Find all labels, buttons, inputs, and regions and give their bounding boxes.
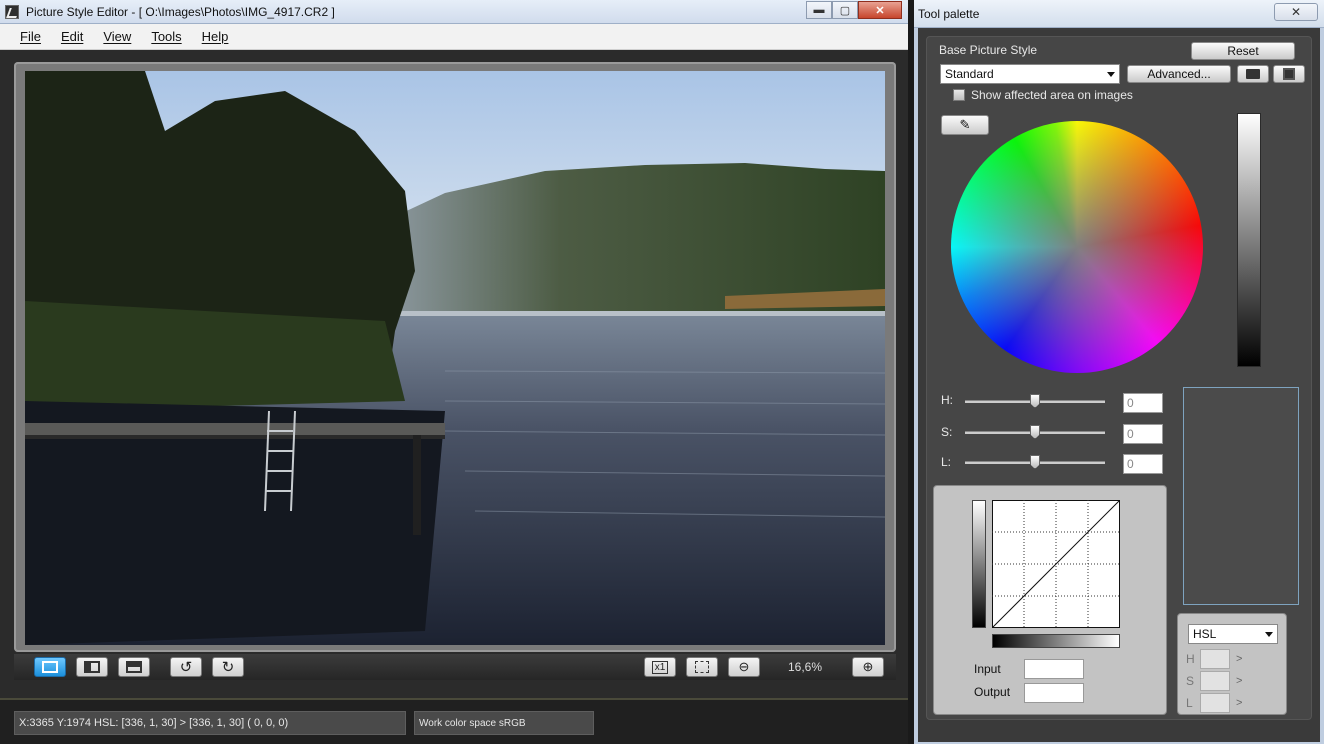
minimize-icon: ▬ <box>813 4 825 16</box>
color-space-readout: Work color space sRGB <box>414 711 594 735</box>
zoom-100-label: x1 <box>651 660 669 674</box>
zoom-100-button[interactable]: x1 <box>644 657 676 677</box>
palette-title: Tool palette <box>918 7 980 21</box>
palette-close-button[interactable]: ✕ <box>1274 3 1318 21</box>
fit-screen-icon <box>695 661 709 673</box>
color-mode-value: HSL <box>1193 627 1217 641</box>
input-label: Input <box>974 662 1001 676</box>
palette-body: Base Picture Style Reset Standard Advanc… <box>918 28 1320 742</box>
image-viewer <box>14 62 896 652</box>
maximize-icon: ▢ <box>839 4 851 17</box>
luminance-slider-thumb[interactable] <box>1030 455 1040 469</box>
mode-row-h-arrow: > <box>1236 653 1243 665</box>
tone-curve-graph[interactable] <box>992 500 1120 628</box>
zoom-in-button[interactable]: ⊕ <box>852 657 884 677</box>
palette-panel: Base Picture Style Reset Standard Advanc… <box>926 36 1312 720</box>
photo-lake-landscape[interactable] <box>25 71 885 645</box>
chevron-down-icon <box>1107 72 1115 77</box>
color-preview-area <box>1183 387 1299 605</box>
mode-row-h-field <box>1200 649 1230 669</box>
base-style-value: Standard <box>945 67 994 81</box>
split-view-button[interactable] <box>118 657 150 677</box>
main-titlebar: Picture Style Editor - [ O:\Images\Photo… <box>0 0 908 24</box>
saturation-label: S: <box>941 425 953 439</box>
save-icon <box>1283 68 1295 80</box>
mode-row-s-arrow: > <box>1236 675 1243 687</box>
tool-palette-window: Tool palette ✕ Base Picture Style Reset … <box>914 0 1324 744</box>
split-view-icon <box>126 661 142 673</box>
reset-button[interactable]: Reset <box>1191 42 1295 60</box>
zoom-out-button[interactable]: ⊖ <box>728 657 760 677</box>
input-gradient-bar <box>992 634 1120 648</box>
menu-file[interactable]: File <box>10 29 51 44</box>
pixel-info-readout: X:3365 Y:1974 HSL: [336, 1, 30] > [336, … <box>14 711 406 735</box>
side-by-side-view-icon <box>84 661 100 673</box>
menu-edit[interactable]: Edit <box>51 29 93 44</box>
saturation-slider-thumb[interactable] <box>1030 425 1040 439</box>
saturation-value-input[interactable]: 0 <box>1123 424 1163 444</box>
mode-row-h-label: H <box>1186 652 1195 666</box>
hue-slider-thumb[interactable] <box>1030 394 1040 408</box>
folder-icon <box>1246 69 1260 79</box>
single-view-button[interactable] <box>34 657 66 677</box>
output-gradient-bar <box>972 500 986 628</box>
fit-to-screen-button[interactable] <box>686 657 718 677</box>
zoom-level: 16,6% <box>788 660 823 674</box>
chevron-down-icon <box>1265 632 1273 637</box>
mode-row-s-label: S <box>1186 674 1195 688</box>
eyedropper-button[interactable]: ✎ <box>941 115 989 135</box>
tone-curve-panel: Input Output <box>933 485 1167 715</box>
hue-value-input[interactable]: 0 <box>1123 393 1163 413</box>
picture-style-editor-window: Picture Style Editor - [ O:\Images\Photo… <box>0 0 908 744</box>
color-wheel[interactable] <box>951 121 1203 373</box>
palette-titlebar: Tool palette ✕ <box>914 0 1324 28</box>
close-button[interactable]: ✕ <box>858 1 902 19</box>
show-affected-label: Show affected area on images <box>971 88 1133 102</box>
zoom-out-icon: ⊖ <box>738 659 750 674</box>
hue-label: H: <box>941 393 953 407</box>
show-affected-checkbox[interactable] <box>953 89 965 101</box>
mode-row-l-field <box>1200 693 1230 713</box>
minimize-button[interactable]: ▬ <box>806 1 832 19</box>
status-bar: X:3365 Y:1974 HSL: [336, 1, 30] > [336, … <box>0 698 908 744</box>
color-mode-select[interactable]: HSL <box>1188 624 1278 644</box>
app-icon <box>5 5 19 19</box>
menu-bar: File Edit View Tools Help <box>0 24 908 50</box>
rotate-left-button[interactable]: ↺ <box>170 657 202 677</box>
luminance-slider[interactable] <box>965 455 1105 469</box>
rotate-right-icon: ↻ <box>221 659 235 676</box>
window-title: Picture Style Editor - [ O:\Images\Photo… <box>26 5 335 19</box>
menu-tools[interactable]: Tools <box>141 29 191 44</box>
hue-slider[interactable] <box>965 394 1105 408</box>
save-file-button[interactable] <box>1273 65 1305 83</box>
input-value-field[interactable] <box>1024 659 1084 679</box>
menu-help[interactable]: Help <box>192 29 239 44</box>
eyedropper-icon: ✎ <box>959 117 971 132</box>
single-view-icon <box>42 661 58 673</box>
mode-row-s-field <box>1200 671 1230 691</box>
mode-row-l-arrow: > <box>1236 697 1243 709</box>
luminance-value-input[interactable]: 0 <box>1123 454 1163 474</box>
maximize-button[interactable]: ▢ <box>832 1 858 19</box>
rotate-right-button[interactable]: ↻ <box>212 657 244 677</box>
saturation-slider[interactable] <box>965 425 1105 439</box>
base-style-label: Base Picture Style <box>939 43 1038 57</box>
luminance-label: L: <box>941 455 952 469</box>
mode-row-l-label: L <box>1186 696 1193 710</box>
menu-view[interactable]: View <box>93 29 141 44</box>
close-icon: ✕ <box>875 4 885 17</box>
open-file-button[interactable] <box>1237 65 1269 83</box>
side-by-side-view-button[interactable] <box>76 657 108 677</box>
output-value-field[interactable] <box>1024 683 1084 703</box>
output-label: Output <box>974 685 1011 699</box>
close-icon: ✕ <box>1290 5 1302 19</box>
base-style-select[interactable]: Standard <box>940 64 1120 84</box>
advanced-button[interactable]: Advanced... <box>1127 65 1231 83</box>
color-mode-panel: HSL H > S > L > <box>1177 613 1287 715</box>
rotate-left-icon: ↺ <box>179 659 193 676</box>
zoom-in-icon: ⊕ <box>862 659 874 674</box>
luminance-bar[interactable] <box>1237 113 1261 367</box>
viewer-toolbar: ↺ ↻ x1 ⊖ 16,6% ⊕ <box>14 654 896 680</box>
